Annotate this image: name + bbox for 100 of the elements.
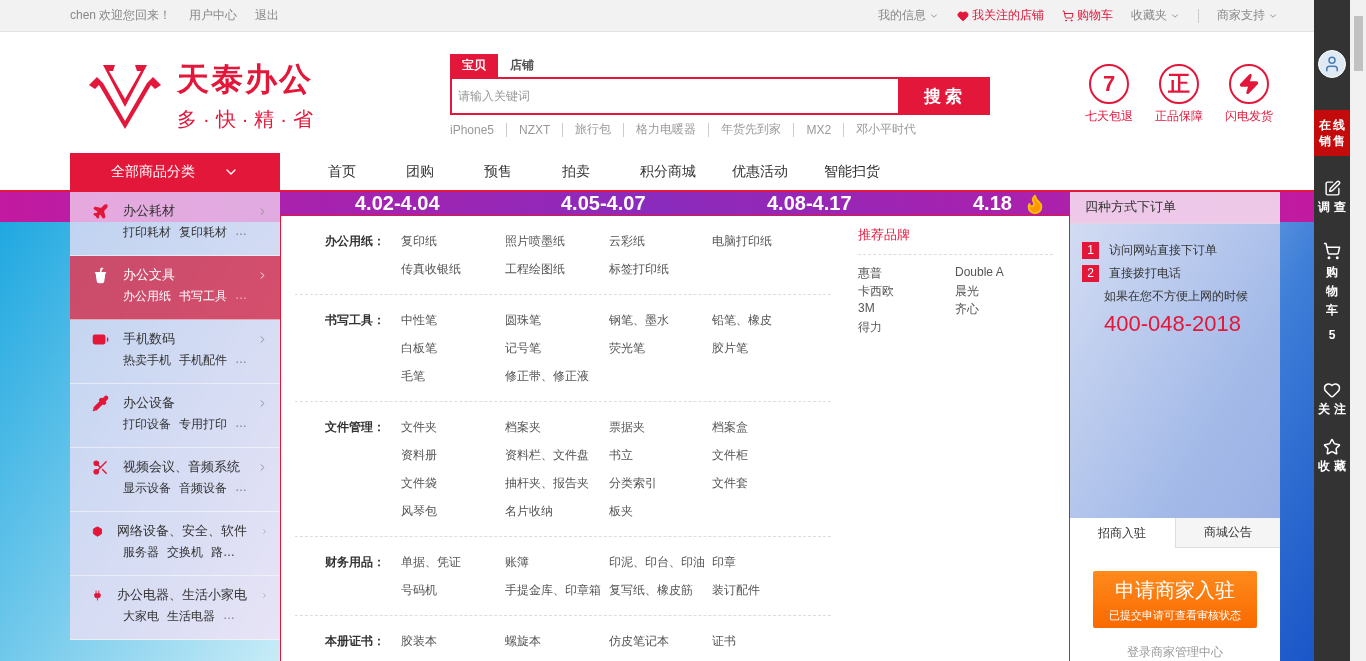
product-type-link[interactable]: 工程绘图纸 (505, 260, 609, 278)
subcategory-link[interactable]: 路… (211, 544, 235, 561)
product-type-link[interactable]: 文件夹 (401, 418, 505, 436)
product-type-link[interactable]: 分类索引 (609, 474, 712, 492)
product-type-link[interactable]: 手提金库、印章箱 (505, 581, 609, 599)
search-tab[interactable]: 店铺 (498, 54, 546, 77)
more-link[interactable]: … (235, 480, 247, 497)
product-type-link[interactable]: 票据夹 (609, 418, 712, 436)
avatar-icon[interactable] (1318, 50, 1346, 78)
subcategory-link[interactable]: 打印耗材 (123, 224, 171, 241)
product-type-link[interactable]: 号码机 (401, 581, 505, 599)
favorite-button[interactable]: 收 藏 (1318, 437, 1346, 474)
online-sales-button[interactable]: 在线销售 (1314, 110, 1350, 156)
product-type-link[interactable]: 印章 (712, 553, 822, 571)
more-link[interactable]: … (235, 416, 247, 433)
product-type-link[interactable]: 档案盒 (712, 418, 822, 436)
product-type-link[interactable]: 板夹 (609, 502, 712, 520)
phone-note: 如果在您不方便上网的时候 (1103, 287, 1249, 305)
product-type-link[interactable]: 毛笔 (401, 367, 505, 385)
category-item[interactable]: 办公耗材 打印耗材 复印耗材 … (70, 192, 280, 256)
more-link[interactable]: … (223, 608, 235, 625)
cart-link[interactable]: 购物车 (1062, 7, 1113, 24)
product-type-link[interactable]: 白板笔 (401, 339, 505, 357)
subcategory-link[interactable]: 复印耗材 (179, 224, 227, 241)
brand-link[interactable]: 3M (858, 301, 955, 319)
product-type-link[interactable]: 记号笔 (505, 339, 609, 357)
product-type-link[interactable]: 文件袋 (401, 474, 505, 492)
product-type-link[interactable]: 文件柜 (712, 446, 822, 464)
product-type-link[interactable]: 圆珠笔 (505, 311, 609, 329)
product-type-link[interactable]: 复写纸、橡皮筋 (609, 581, 712, 599)
nav-link[interactable]: 团购 (406, 153, 484, 190)
product-type-link[interactable]: 复印纸 (401, 232, 505, 250)
product-type-link[interactable]: 抽杆夹、报告夹 (505, 474, 609, 492)
subcategory-link[interactable]: 音频设备 (179, 480, 227, 497)
product-type-link[interactable]: 钢笔、墨水 (609, 311, 712, 329)
category-item[interactable]: 网络设备、安全、软件 服务器 交换机 路… (70, 512, 280, 576)
subcategory-link[interactable]: 服务器 (123, 544, 159, 561)
brand-link[interactable]: 惠普 (858, 265, 955, 283)
category-item[interactable]: 办公文具 办公用纸 书写工具 … (70, 256, 280, 320)
search-tab[interactable]: 宝贝 (450, 54, 498, 77)
product-type-link[interactable]: 档案夹 (505, 418, 609, 436)
product-type-link[interactable]: 电脑打印纸 (712, 232, 822, 250)
product-type-link[interactable]: 铅笔、橡皮 (712, 311, 822, 329)
nav-link[interactable]: 首页 (328, 153, 406, 190)
subcategory-link[interactable]: 显示设备 (123, 480, 171, 497)
product-type-link[interactable]: 修正带、修正液 (505, 367, 609, 385)
product-type-link[interactable]: 资料栏、文件盘 (505, 446, 609, 464)
product-type-link[interactable]: 资料册 (401, 446, 505, 464)
product-type-link[interactable]: 中性笔 (401, 311, 505, 329)
survey-button[interactable]: 调 查 (1318, 180, 1346, 215)
product-type-link[interactable]: 云彩纸 (609, 232, 712, 250)
subcategory-link[interactable]: 办公用纸 (123, 288, 171, 305)
product-type-link[interactable]: 标签打印纸 (609, 260, 712, 278)
brand-link[interactable]: Double A (955, 265, 1052, 283)
category-item[interactable]: 视频会议、音频系统 显示设备 音频设备 … (70, 448, 280, 512)
nav-link[interactable]: 预售 (484, 153, 562, 190)
search-field[interactable]: 请输入关键词 搜 索 (450, 77, 990, 115)
nav-link[interactable]: 拍卖 (562, 153, 640, 190)
product-type-link[interactable]: 书立 (609, 446, 712, 464)
product-type-link[interactable]: 胶片笔 (712, 339, 822, 357)
brand-link[interactable]: 晨光 (955, 283, 1052, 301)
panel-tab[interactable]: 商城公告 (1174, 518, 1280, 548)
brand-link[interactable]: 得力 (858, 319, 955, 337)
product-type-link[interactable]: 荧光笔 (609, 339, 712, 357)
all-categories-button[interactable]: 全部商品分类 (70, 153, 280, 190)
search-button[interactable]: 搜 索 (898, 79, 988, 113)
subcategory-link[interactable]: 专用打印 (179, 416, 227, 433)
product-type-link[interactable]: 印泥、印台、印油 (609, 553, 712, 571)
product-type-link[interactable]: 风琴包 (401, 502, 505, 520)
badge-icon: 正 (1159, 64, 1199, 104)
subcategory-link[interactable]: 手机配件 (179, 352, 227, 369)
brand-link[interactable]: 齐心 (955, 301, 1052, 319)
product-type-link[interactable]: 名片收纳 (505, 502, 609, 520)
product-type-link[interactable]: 仿皮笔记本 (609, 632, 712, 650)
nav-link[interactable]: 优惠活动 (732, 153, 824, 190)
scrollbar[interactable] (1350, 0, 1366, 661)
cart-button[interactable]: 购物车 5 (1323, 242, 1341, 343)
product-type-link[interactable]: 照片喷墨纸 (505, 232, 609, 250)
product-type-link[interactable]: 胶装本 (401, 632, 505, 650)
subcategory-link[interactable]: 生活电器 (167, 608, 215, 625)
followed-shops-link[interactable]: 我关注的店铺 (957, 7, 1044, 24)
subcategory-link[interactable]: 书写工具 (179, 288, 227, 305)
subcategory-link[interactable]: 交换机 (167, 544, 203, 561)
follow-button[interactable]: 关 注 (1318, 380, 1346, 416)
category-item[interactable]: 办公电器、生活小家电 大家电 生活电器 … (70, 576, 280, 640)
nav-link[interactable]: 智能扫货 (824, 153, 916, 190)
product-type-link[interactable]: 装订配件 (712, 581, 822, 599)
product-type-link[interactable]: 单据、凭证 (401, 553, 505, 571)
category-item[interactable]: 办公设备 打印设备 专用打印 … (70, 384, 280, 448)
nav-link[interactable]: 积分商城 (640, 153, 732, 190)
product-type-link[interactable]: 螺旋本 (505, 632, 609, 650)
subcategory-link[interactable]: 大家电 (123, 608, 159, 625)
product-type-link[interactable]: 账簿 (505, 553, 609, 571)
subcategory-link[interactable]: 热卖手机 (123, 352, 171, 369)
product-type-link[interactable]: 证书 (712, 632, 822, 650)
product-type-link[interactable]: 文件套 (712, 474, 822, 492)
category-item[interactable]: 手机数码 热卖手机 手机配件 … (70, 320, 280, 384)
product-type-link[interactable]: 传真收银纸 (401, 260, 505, 278)
brand-link[interactable]: 卡西欧 (858, 283, 955, 301)
subcategory-link[interactable]: 打印设备 (123, 416, 171, 433)
